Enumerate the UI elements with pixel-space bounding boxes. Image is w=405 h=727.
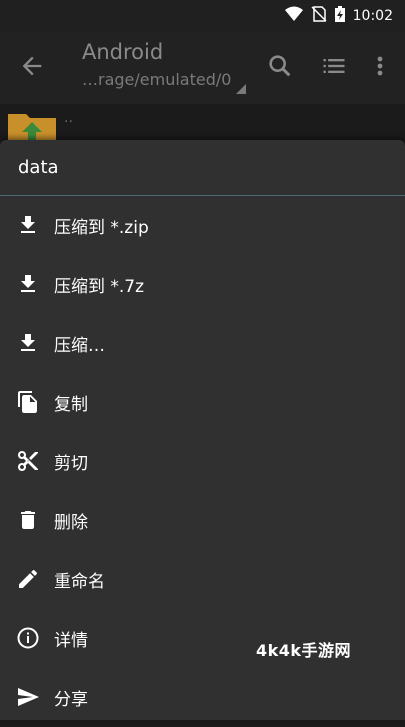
menu-item-label: 压缩到 *.7z [54,277,145,297]
cut-item[interactable]: 剪切 [0,432,405,491]
folder-title: Android [82,40,164,64]
download-icon [16,213,40,237]
trash-icon [16,508,40,532]
no-sim-icon [311,6,327,26]
rename-item[interactable]: 重命名 [0,550,405,609]
share-icon [16,685,40,709]
back-arrow-icon[interactable] [18,52,46,80]
parent-folder-row[interactable]: .. [0,104,405,144]
folder-up-icon [6,108,58,144]
compress-7z-item[interactable]: 压缩到 *.7z [0,255,405,314]
info-icon [16,626,40,650]
current-path[interactable]: …rage/emulated/0 [82,70,231,89]
download-icon [16,331,40,355]
delete-item[interactable]: 删除 [0,491,405,550]
wifi-icon [284,6,303,26]
app-bar: Android …rage/emulated/0 [0,32,405,104]
download-icon [16,272,40,296]
compress-zip-item[interactable]: 压缩到 *.zip [0,196,405,255]
scissors-icon [16,449,40,473]
share-item[interactable]: 分享 [0,668,405,727]
compress-item[interactable]: 压缩… [0,314,405,373]
menu-item-label: 重命名 [54,572,105,592]
search-icon[interactable] [266,52,294,80]
context-menu: data 压缩到 *.zip 压缩到 *.7z 压缩… 复制 剪切 删除 重命名… [0,140,405,720]
pencil-icon [16,567,40,591]
copy-item[interactable]: 复制 [0,373,405,432]
watermark: 4k4k手游网 [256,641,352,660]
menu-header: data [0,140,405,196]
parent-folder-label: .. [64,110,73,126]
menu-item-label: 详情 [54,631,88,651]
more-vert-icon[interactable] [370,52,390,80]
status-bar: 10:02 [0,0,405,32]
menu-item-label: 压缩… [54,336,105,356]
copy-icon [16,390,40,414]
list-view-icon[interactable] [320,52,348,80]
battery-charging-icon [334,6,345,26]
path-dropdown-icon[interactable] [236,84,246,94]
menu-item-label: 分享 [54,690,88,710]
menu-item-label: 压缩到 *.zip [54,218,149,238]
menu-item-label: 剪切 [54,454,88,474]
menu-item-label: 复制 [54,395,88,415]
menu-item-label: 删除 [54,513,88,533]
clock: 10:02 [352,8,393,24]
